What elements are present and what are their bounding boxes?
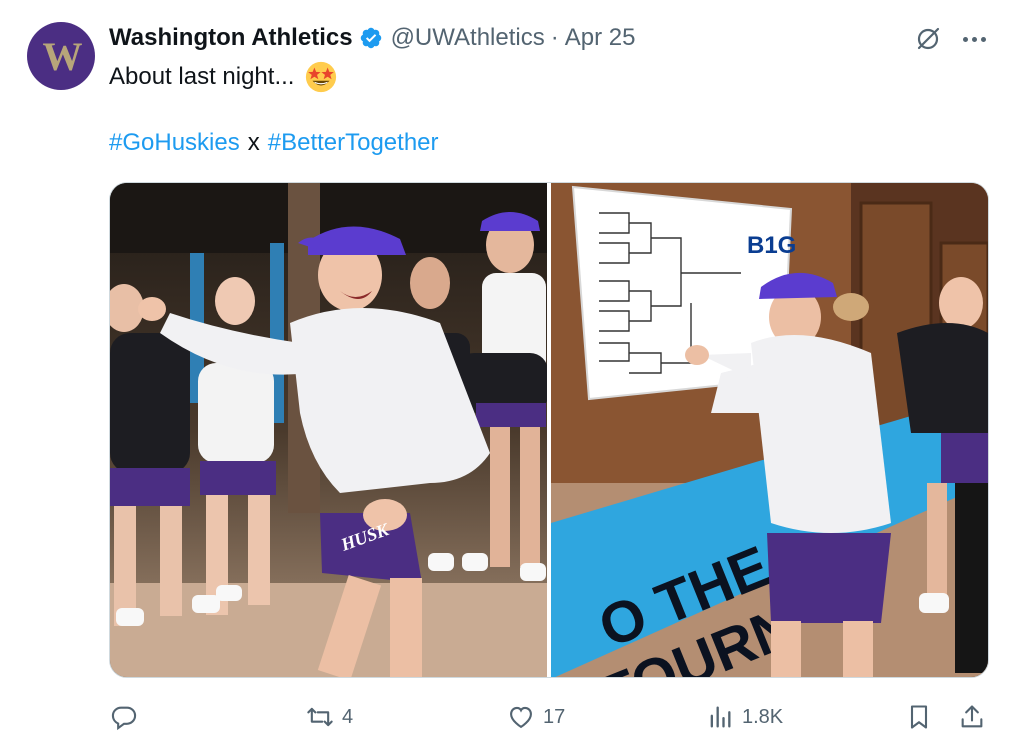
- hashtag-bettertogether[interactable]: #BetterTogether: [268, 129, 439, 157]
- views-button[interactable]: 1.8K: [706, 694, 783, 740]
- heart-icon: [510, 706, 532, 729]
- hashtag-gohuskies[interactable]: #GoHuskies: [109, 129, 240, 157]
- author-handle[interactable]: @UWAthletics: [391, 24, 545, 52]
- separator-dot: ·: [550, 24, 559, 51]
- retweet-button[interactable]: 4: [306, 694, 353, 740]
- team-celebration-photo[interactable]: HUSK: [110, 183, 547, 677]
- bookmark-button[interactable]: [905, 694, 933, 740]
- avatar[interactable]: W: [27, 22, 95, 90]
- share-button[interactable]: [958, 694, 986, 740]
- more-options-icon[interactable]: [960, 28, 988, 50]
- reply-icon: [111, 706, 137, 731]
- tweet-text: About last night...: [109, 60, 338, 94]
- tweet-date[interactable]: Apr 25: [565, 24, 636, 52]
- verified-badge-icon: [360, 27, 381, 49]
- big-ten-logo: B1G: [747, 232, 796, 259]
- tweet-text-content: About last night...: [109, 63, 295, 90]
- like-button[interactable]: 17: [507, 694, 565, 740]
- action-bar: 4 17 1.8K: [0, 694, 1014, 740]
- grok-icon[interactable]: [914, 25, 942, 53]
- reply-button[interactable]: [110, 694, 146, 740]
- hashtag-line: #GoHuskies x #BetterTogether: [109, 129, 439, 157]
- bracket-board-illustration: B1G O THE TOURN: [551, 183, 988, 677]
- like-count: 17: [543, 705, 566, 728]
- analytics-icon: [710, 706, 731, 728]
- team-celebration-illustration: HUSK: [110, 183, 547, 677]
- tweet-header: Washington Athletics @UWAthletics · Apr …: [109, 22, 635, 54]
- hashtag-separator: x: [247, 129, 260, 156]
- media-grid: HUSK B1G O THE TOURN: [109, 182, 989, 678]
- tweet: W Washington Athletics @UWAthletics · Ap…: [0, 0, 1014, 752]
- star-struck-emoji-icon: [306, 61, 337, 93]
- views-count: 1.8K: [742, 705, 784, 728]
- bracket-board-photo[interactable]: B1G O THE TOURN: [551, 183, 988, 677]
- bookmark-icon: [910, 705, 928, 729]
- retweet-count: 4: [342, 705, 354, 728]
- retweet-icon: [307, 707, 333, 727]
- share-icon: [961, 705, 983, 728]
- author-name[interactable]: Washington Athletics: [109, 24, 353, 52]
- avatar-logo: W: [42, 33, 83, 79]
